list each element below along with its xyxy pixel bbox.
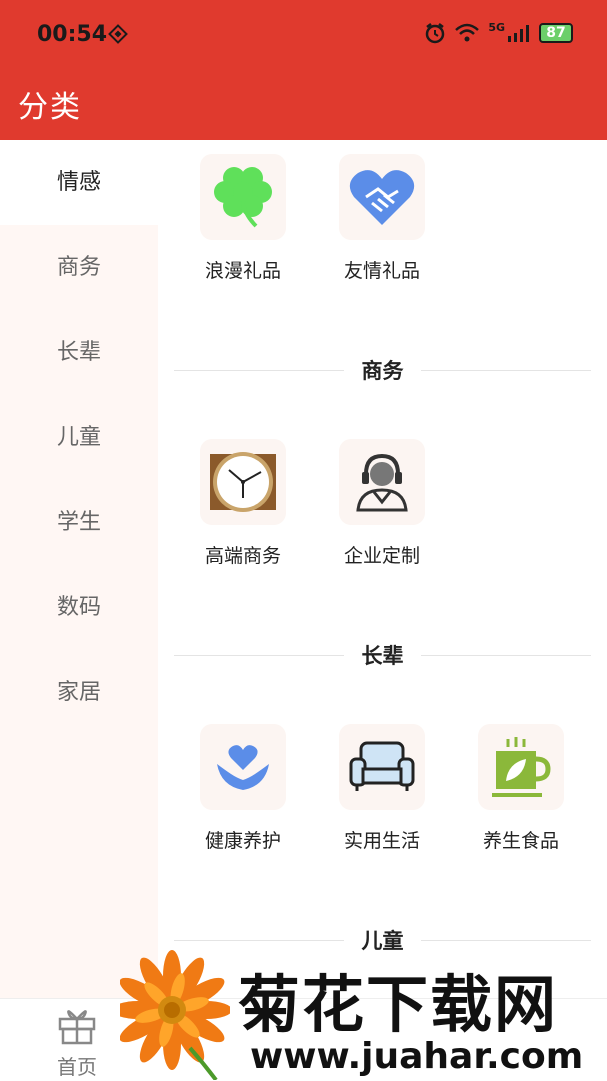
clock-icon bbox=[210, 452, 276, 512]
tab-home-label: 首页 bbox=[57, 1055, 97, 1079]
alarm-icon bbox=[426, 23, 445, 44]
item-tile bbox=[478, 724, 564, 810]
network-type: 5G bbox=[488, 20, 505, 34]
item-tile bbox=[339, 439, 425, 525]
sidebar-item-children[interactable]: 儿童 bbox=[0, 395, 158, 480]
sidebar-item-business[interactable]: 商务 bbox=[0, 225, 158, 310]
status-icons: 5G 87 bbox=[424, 20, 573, 44]
divider bbox=[421, 370, 591, 371]
category-item-health-care[interactable]: 健康养护 bbox=[178, 724, 308, 853]
sidebar-item-home[interactable]: 家居 bbox=[0, 650, 158, 735]
category-item-health-food[interactable]: 养生食品 bbox=[456, 724, 586, 853]
sidebar-item-emotion[interactable]: 情感 bbox=[0, 140, 158, 225]
divider bbox=[421, 940, 591, 941]
tea-cup-icon bbox=[492, 737, 551, 797]
handshake-heart-icon bbox=[349, 170, 415, 225]
category-content: 浪漫礼品 友情礼品 商务 高端商务 企业定制 长辈 健康养护 实用生活 养生食品… bbox=[158, 140, 607, 998]
item-tile bbox=[200, 154, 286, 240]
section-header-elders: 长辈 bbox=[174, 640, 591, 670]
watermark-title: 菊花下载网 bbox=[238, 968, 559, 1041]
divider bbox=[421, 655, 591, 656]
gift-icon bbox=[58, 1010, 96, 1045]
armchair-icon bbox=[349, 741, 415, 791]
battery-level: 87 bbox=[546, 25, 566, 41]
category-item-high-end-business[interactable]: 高端商务 bbox=[178, 439, 308, 568]
status-time: 00:54 bbox=[37, 22, 108, 47]
watermark: 菊花下载网 www.juahar.com bbox=[120, 948, 607, 1080]
category-item-romantic-gifts[interactable]: 浪漫礼品 bbox=[178, 154, 308, 283]
category-item-practical-life[interactable]: 实用生活 bbox=[317, 724, 447, 853]
item-label: 高端商务 bbox=[204, 545, 281, 567]
headset-person-icon bbox=[356, 453, 408, 512]
watermark-url: www.juahar.com bbox=[250, 1036, 584, 1077]
signal-icon bbox=[508, 25, 529, 42]
item-label: 企业定制 bbox=[343, 545, 420, 567]
category-sidebar: 情感 商务 长辈 儿童 学生 数码 家居 bbox=[0, 140, 158, 998]
item-label: 友情礼品 bbox=[343, 260, 420, 282]
flower-logo-icon bbox=[120, 950, 230, 1080]
page-title: 分类 bbox=[18, 90, 82, 125]
notification-icon bbox=[108, 24, 128, 44]
clover-icon bbox=[214, 167, 272, 228]
battery-icon: 87 bbox=[539, 23, 573, 43]
heart-hands-icon bbox=[217, 745, 269, 790]
sidebar-item-digital[interactable]: 数码 bbox=[0, 565, 158, 650]
item-tile bbox=[200, 439, 286, 525]
sidebar-item-students[interactable]: 学生 bbox=[0, 480, 158, 565]
category-item-friendship-gifts[interactable]: 友情礼品 bbox=[317, 154, 447, 283]
category-item-enterprise-custom[interactable]: 企业定制 bbox=[317, 439, 447, 568]
item-label: 浪漫礼品 bbox=[204, 260, 281, 282]
section-header-business: 商务 bbox=[174, 355, 591, 385]
sidebar-item-elders[interactable]: 长辈 bbox=[0, 310, 158, 395]
item-label: 养生食品 bbox=[482, 830, 559, 852]
item-tile bbox=[339, 154, 425, 240]
status-bar: 00:54 5G 87 bbox=[0, 0, 607, 70]
tab-home[interactable]: 首页 bbox=[44, 1005, 110, 1080]
wifi-icon bbox=[455, 23, 480, 42]
item-label: 实用生活 bbox=[343, 830, 420, 852]
item-tile bbox=[339, 724, 425, 810]
app-bar: 分类 bbox=[0, 70, 607, 140]
item-label: 健康养护 bbox=[204, 830, 281, 852]
item-tile bbox=[200, 724, 286, 810]
